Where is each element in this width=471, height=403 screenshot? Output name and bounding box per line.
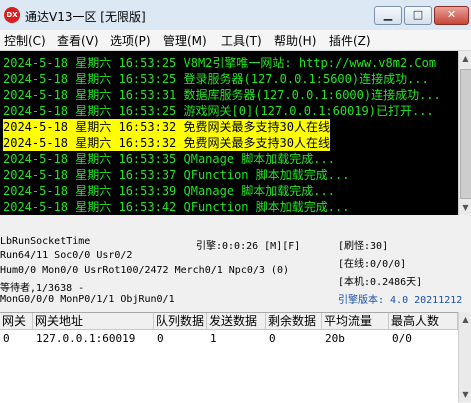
status-panel: LbRunSocketTime Run64/11 Soc0/0 Usr0/2 H… <box>0 230 471 310</box>
refresh-monster: [刷怪:30] <box>338 241 389 252</box>
log-line: 2024-5-18 星期六 16:53:25 游戏网关[0](127.0.0.1… <box>3 104 434 118</box>
log-line: 2024-5-18 星期六 16:53:32 免费网关最多支持30人在线 <box>3 119 330 135</box>
table-cell[interactable]: 20b <box>322 331 345 347</box>
close-button[interactable]: ✕ <box>434 6 469 25</box>
log-line: 2024-5-18 星期六 16:53:42 QFunction 脚本加载完成.… <box>3 200 350 214</box>
menu-bar: 控制(C) 查看(V) 选项(P) 管理(M) 工具(T) 帮助(H) 插件(Z… <box>0 30 471 51</box>
run-socket-time: LbRunSocketTime <box>0 236 91 247</box>
menu-tools[interactable]: 工具(T) <box>221 32 262 49</box>
menu-control[interactable]: 控制(C) <box>4 32 46 49</box>
hum-info: Hum0/0 Mon0/0 UsrRot100/2472 Merch0/1 Np… <box>0 265 289 276</box>
column-header[interactable]: 发送数据 <box>207 313 266 329</box>
online-count: [在线:0/0/0] <box>338 259 407 270</box>
column-header[interactable]: 网关地址 <box>33 313 154 329</box>
log-line: 2024-5-18 星期六 16:53:25 登录服务器(127.0.0.1:5… <box>3 72 429 86</box>
log-console[interactable]: 2024-5-18 星期六 16:53:25 V8M2引擎唯一网站: http:… <box>0 51 458 215</box>
log-line: 2024-5-18 星期六 16:53:32 免费网关最多支持30人在线 <box>3 135 330 151</box>
column-header[interactable]: 剩余数据 <box>266 313 322 329</box>
run-info: Run64/11 Soc0/0 Usr0/2 <box>0 250 133 261</box>
app-icon: DX <box>4 7 20 23</box>
column-header[interactable]: 队列数据 <box>154 313 207 329</box>
table-cell[interactable]: 0 <box>0 331 10 347</box>
menu-options[interactable]: 选项(P) <box>110 32 151 49</box>
scroll-up-icon[interactable]: ▲ <box>459 52 471 65</box>
mon-info: MonG0/0/0 MonP0/1/1 ObjRun0/1 <box>0 294 175 305</box>
title-bar[interactable]: DX 通达V13一区 [无限版] ▁ □ ✕ <box>0 0 471 31</box>
menu-view[interactable]: 查看(V) <box>57 32 99 49</box>
menu-help[interactable]: 帮助(H) <box>274 32 316 49</box>
maximize-button[interactable]: □ <box>404 6 432 25</box>
log-line: 2024-5-18 星期六 16:53:31 数据库服务器(127.0.0.1:… <box>3 88 441 102</box>
table-cell[interactable]: 0 <box>266 331 276 347</box>
log-line: 2024-5-18 星期六 16:53:39 QManage 脚本加载完成... <box>3 184 335 198</box>
log-scrollbar[interactable]: ▲ ▼ <box>458 51 471 215</box>
scroll-down-icon[interactable]: ▼ <box>459 388 471 401</box>
column-header[interactable]: 最高人数 <box>389 313 458 329</box>
local-uptime: [本机:0.2486天] <box>338 277 423 288</box>
column-header[interactable]: 网关 <box>0 313 33 329</box>
engine-version: 引擎版本: 4.0 20211212 <box>338 295 463 306</box>
scroll-up-icon[interactable]: ▲ <box>459 313 471 326</box>
log-line: 2024-5-18 星期六 16:53:35 QManage 脚本加载完成... <box>3 152 335 166</box>
menu-manage[interactable]: 管理(M) <box>163 32 207 49</box>
table-cell[interactable]: 127.0.0.1:60019 <box>33 331 135 347</box>
table-header: 网关 网关地址 队列数据 发送数据 剩余数据 平均流量 最高人数 <box>0 313 458 330</box>
waiting-info: 等待者,1/3638 - <box>0 283 85 294</box>
window-title: 通达V13一区 [无限版] <box>25 10 146 24</box>
minimize-button[interactable]: ▁ <box>374 6 402 25</box>
gateway-table[interactable]: 网关 网关地址 队列数据 发送数据 剩余数据 平均流量 最高人数 0 127.0… <box>0 312 458 403</box>
scroll-down-icon[interactable]: ▼ <box>459 201 471 214</box>
column-header[interactable]: 平均流量 <box>322 313 389 329</box>
table-cell[interactable]: 0 <box>154 331 164 347</box>
menu-plugins[interactable]: 插件(Z) <box>329 32 371 49</box>
table-scrollbar[interactable]: ▲ ▼ <box>458 312 471 402</box>
table-cell[interactable]: 0/0 <box>389 331 412 347</box>
scroll-thumb[interactable] <box>460 69 471 199</box>
splitter[interactable] <box>0 215 471 230</box>
engine-time: 引擎:0:0:26 [M][F] <box>196 241 301 252</box>
log-line: 2024-5-18 星期六 16:53:37 QFunction 脚本加载完成.… <box>3 168 350 182</box>
table-cell[interactable]: 1 <box>207 331 217 347</box>
log-line: 2024-5-18 星期六 16:53:25 V8M2引擎唯一网站: http:… <box>3 56 437 70</box>
